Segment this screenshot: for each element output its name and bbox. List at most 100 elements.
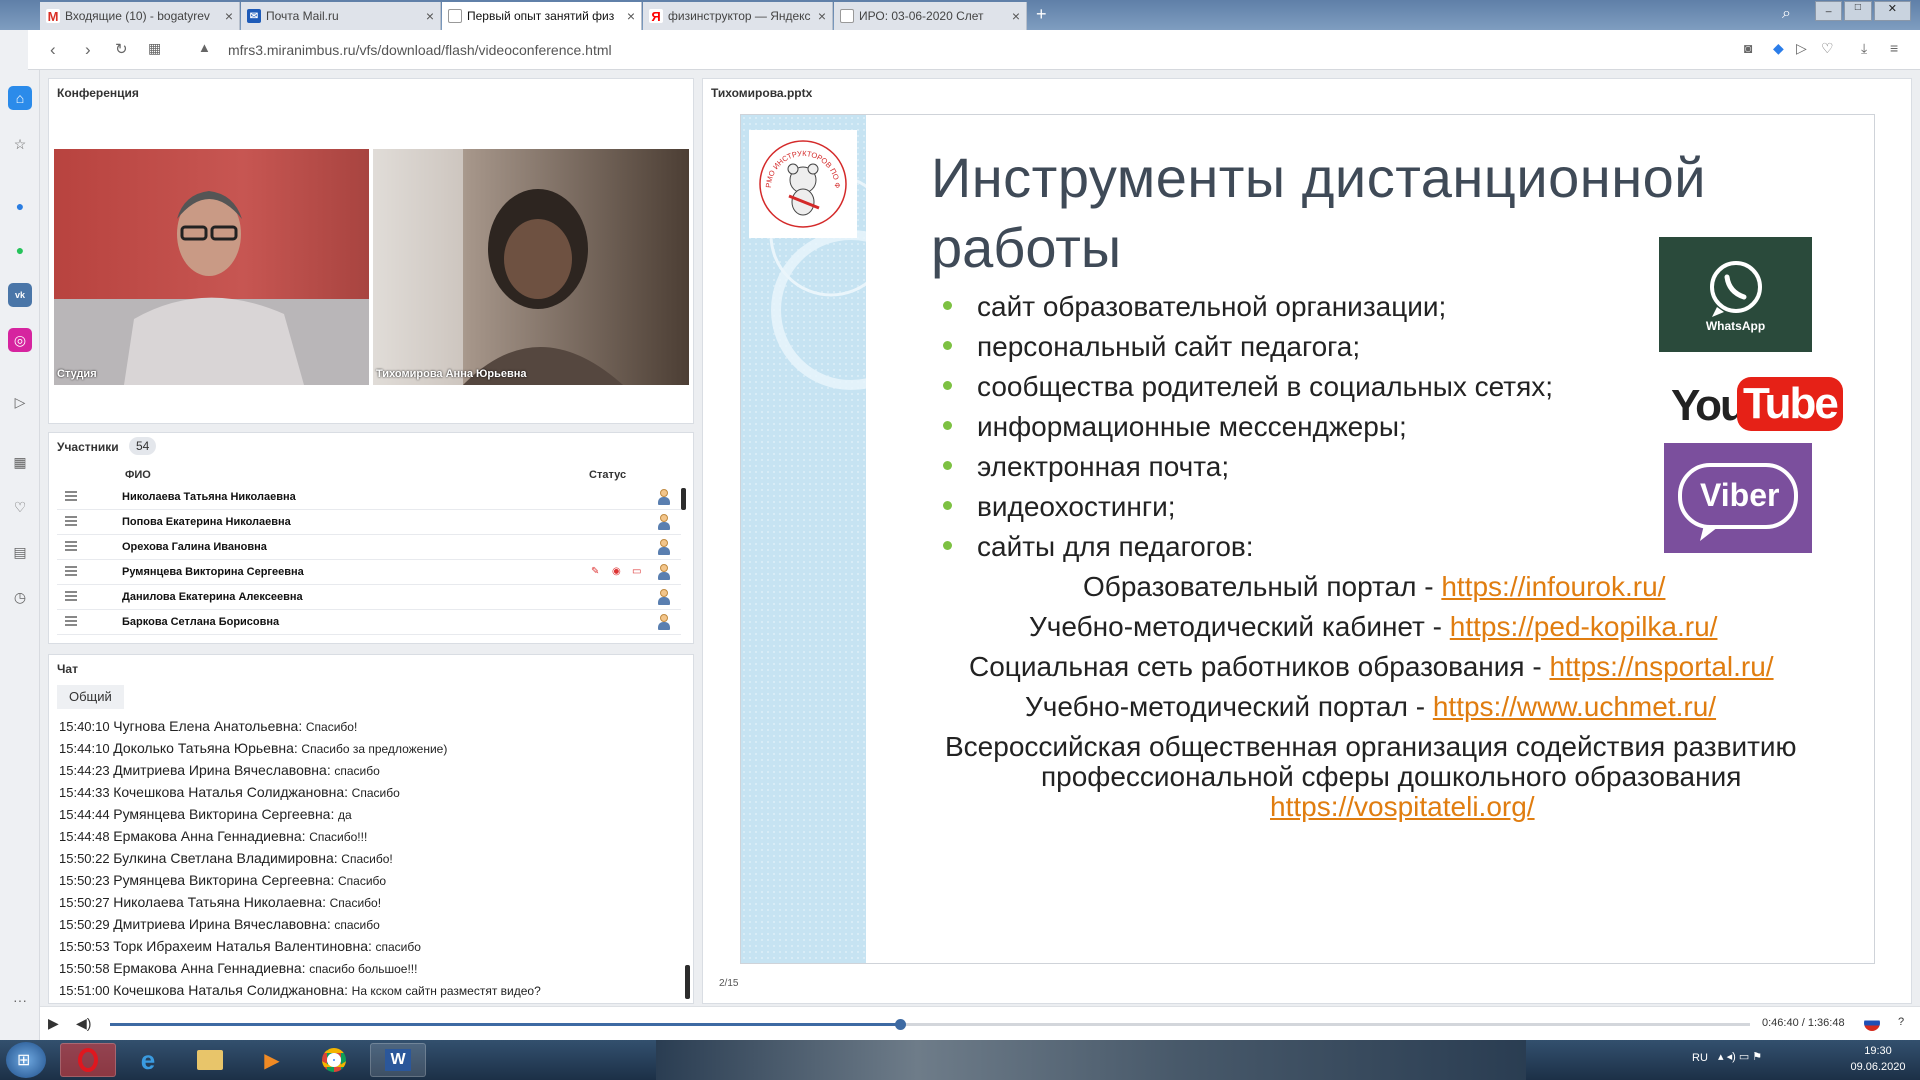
shield-icon[interactable]: ◆ bbox=[1773, 40, 1784, 57]
participant-row[interactable]: Николаева Татьяна Николаевна bbox=[57, 485, 681, 510]
help-icon[interactable]: ? bbox=[1898, 1016, 1904, 1028]
uchmet-link[interactable]: https://www.uchmet.ru/ bbox=[1433, 691, 1716, 722]
tab-yandex[interactable]: Я физинструктор — Яндекс × bbox=[643, 2, 833, 30]
column-header-name[interactable]: ФИО bbox=[125, 469, 151, 481]
close-tab-icon[interactable]: × bbox=[426, 8, 434, 24]
flow-icon[interactable]: ▷ bbox=[8, 390, 32, 414]
chrome-taskbar-icon[interactable] bbox=[306, 1043, 362, 1077]
maximize-button[interactable]: □ bbox=[1844, 1, 1872, 21]
play-icon[interactable]: ▶ bbox=[48, 1015, 59, 1032]
extensions-icon[interactable]: ▦ bbox=[8, 450, 32, 474]
portal-link-line: Учебно-методический портал - https://www… bbox=[1025, 691, 1717, 722]
bullet-dot-icon bbox=[943, 461, 952, 471]
nsportal-link[interactable]: https://nsportal.ru/ bbox=[1549, 651, 1773, 682]
bookmarks-icon[interactable]: ☆ bbox=[8, 132, 32, 156]
tab-conference[interactable]: Первый опыт занятий физ × bbox=[442, 2, 642, 30]
viber-label: Viber bbox=[1700, 477, 1780, 513]
volume-icon[interactable]: ◀) bbox=[76, 1015, 91, 1032]
minimize-button[interactable]: _ bbox=[1815, 1, 1843, 21]
media-time: 0:46:40 / 1:36:48 bbox=[1762, 1017, 1845, 1029]
ped-kopilka-link[interactable]: https://ped-kopilka.ru/ bbox=[1450, 611, 1718, 642]
youtube-you: You bbox=[1671, 381, 1747, 430]
progress-knob[interactable] bbox=[895, 1019, 907, 1030]
slide: РМО ИНСТРУКТОРОВ ПО ФИЗИЧЕСКОЙ КУЛЬТУРЕ … bbox=[740, 114, 1875, 964]
messenger-icon[interactable]: ● bbox=[8, 194, 32, 218]
participants-panel: Участники 54 ФИО Статус Николаева Татьян… bbox=[48, 432, 694, 644]
history-icon[interactable]: ◷ bbox=[8, 585, 32, 609]
chat-message: 15:44:44 Румянцева Викторина Сергеевна: … bbox=[59, 806, 352, 822]
camera-icon[interactable]: ◙ bbox=[1744, 40, 1752, 56]
explorer-taskbar-icon[interactable] bbox=[182, 1043, 238, 1077]
clock-date[interactable]: 09.06.2020 bbox=[1840, 1061, 1916, 1073]
language-indicator[interactable]: RU bbox=[1692, 1052, 1708, 1064]
more-icon[interactable]: ··· bbox=[8, 988, 32, 1012]
menu-icon[interactable]: ≡ bbox=[1890, 40, 1898, 56]
video-tile-studio[interactable]: Студия bbox=[54, 149, 369, 385]
vk-icon[interactable]: vk bbox=[8, 283, 32, 307]
chat-message: 15:44:48 Ермакова Анна Геннадиевна: Спас… bbox=[59, 828, 368, 844]
opera-sidebar: ⌂ ☆ ● ● vk ◎ ▷ ▦ ♡ ▤ ◷ ··· bbox=[0, 0, 40, 1040]
instagram-icon[interactable]: ◎ bbox=[8, 328, 32, 352]
chat-scrollbar[interactable] bbox=[685, 965, 690, 999]
reload-icon[interactable]: ↻ bbox=[115, 40, 128, 58]
speed-dial-icon[interactable]: ▦ bbox=[148, 40, 161, 57]
close-tab-icon[interactable]: × bbox=[225, 8, 233, 24]
opera-taskbar-icon[interactable] bbox=[60, 1043, 116, 1077]
menu-icon[interactable] bbox=[65, 491, 77, 501]
screen-off-icon[interactable]: ▭ bbox=[632, 566, 644, 578]
participants-scrollbar[interactable] bbox=[681, 488, 686, 510]
close-tab-icon[interactable]: × bbox=[627, 8, 635, 24]
vospitateli-link[interactable]: https://vospitateli.org/ bbox=[1270, 791, 1535, 822]
send-icon[interactable]: ▷ bbox=[1796, 40, 1807, 57]
tab-gmail[interactable]: M Входящие (10) - bogatyrev × bbox=[40, 2, 240, 30]
mail-icon: ✉ bbox=[247, 9, 261, 23]
menu-icon[interactable] bbox=[65, 616, 77, 626]
address-bar: ‹ › ↻ ▦ ▲ mfrs3.miranimbus.ru/vfs/downlo… bbox=[28, 30, 1920, 70]
menu-icon[interactable] bbox=[65, 516, 77, 526]
chat-message: 15:50:22 Булкина Светлана Владимировна: … bbox=[59, 850, 393, 866]
menu-icon[interactable] bbox=[65, 541, 77, 551]
close-tab-icon[interactable]: × bbox=[1012, 8, 1020, 24]
tab-mailru[interactable]: ✉ Почта Mail.ru × bbox=[241, 2, 441, 30]
tray-icons[interactable]: ▴ ◂) ▭ ⚑ bbox=[1718, 1050, 1762, 1063]
back-icon[interactable]: ‹ bbox=[50, 40, 56, 60]
new-tab-icon[interactable]: + bbox=[1036, 4, 1047, 25]
whatsapp-icon[interactable]: ● bbox=[8, 238, 32, 262]
download-icon[interactable]: ⤓ bbox=[1861, 40, 1867, 57]
home-icon[interactable]: ⌂ bbox=[8, 86, 32, 110]
participant-row[interactable]: Баркова Сетлана Борисовна bbox=[57, 610, 681, 635]
participant-row[interactable]: Румянцева Викторина Сергеевна ✎ ◉ ▭ bbox=[57, 560, 681, 585]
progress-track[interactable] bbox=[110, 1019, 1750, 1030]
slide-bullet: сайт образовательной организации; bbox=[943, 291, 1446, 323]
menu-icon[interactable] bbox=[65, 591, 77, 601]
participant-row[interactable]: Данилова Екатерина Алексеевна bbox=[57, 585, 681, 610]
tab-iro[interactable]: ИРО: 03-06-2020 Слет × bbox=[834, 2, 1027, 30]
participant-row[interactable]: Попова Екатерина Николаевна bbox=[57, 510, 681, 535]
start-button[interactable]: ⊞ bbox=[6, 1042, 46, 1078]
warning-icon[interactable]: ▲ bbox=[198, 40, 211, 55]
infourok-link[interactable]: https://infourok.ru/ bbox=[1441, 571, 1665, 602]
close-window-button[interactable]: ✕ bbox=[1873, 1, 1911, 21]
column-header-status[interactable]: Статус bbox=[589, 469, 626, 481]
video-tile-tikhomirova[interactable]: Тихомирова Анна Юрьевна bbox=[373, 149, 689, 385]
chat-tab-general[interactable]: Общий bbox=[57, 685, 124, 709]
search-icon[interactable]: ⌕ bbox=[1782, 5, 1791, 23]
media-player-taskbar-icon[interactable]: ▶ bbox=[244, 1043, 300, 1077]
url-field[interactable]: mfrs3.miranimbus.ru/vfs/download/flash/v… bbox=[228, 42, 612, 58]
mic-off-icon[interactable]: ✎ bbox=[591, 566, 603, 578]
menu-icon[interactable] bbox=[65, 566, 77, 576]
ie-taskbar-icon[interactable]: e bbox=[120, 1043, 176, 1077]
participant-row[interactable]: Орехова Галина Ивановна bbox=[57, 535, 681, 560]
heart-icon[interactable]: ♡ bbox=[8, 495, 32, 519]
close-tab-icon[interactable]: × bbox=[818, 8, 826, 24]
heart-icon[interactable]: ♡ bbox=[1821, 40, 1834, 57]
flag-icon[interactable] bbox=[1864, 1015, 1880, 1031]
wallpaper-area bbox=[656, 1040, 1526, 1080]
news-icon[interactable]: ▤ bbox=[8, 540, 32, 564]
bullet-dot-icon bbox=[943, 421, 952, 431]
final-text-line1: Всероссийская общественная организация с… bbox=[945, 731, 1797, 762]
camera-off-icon[interactable]: ◉ bbox=[612, 566, 624, 578]
clock-time[interactable]: 19:30 bbox=[1850, 1045, 1906, 1057]
word-taskbar-icon[interactable]: W bbox=[370, 1043, 426, 1077]
forward-icon[interactable]: › bbox=[85, 40, 91, 60]
